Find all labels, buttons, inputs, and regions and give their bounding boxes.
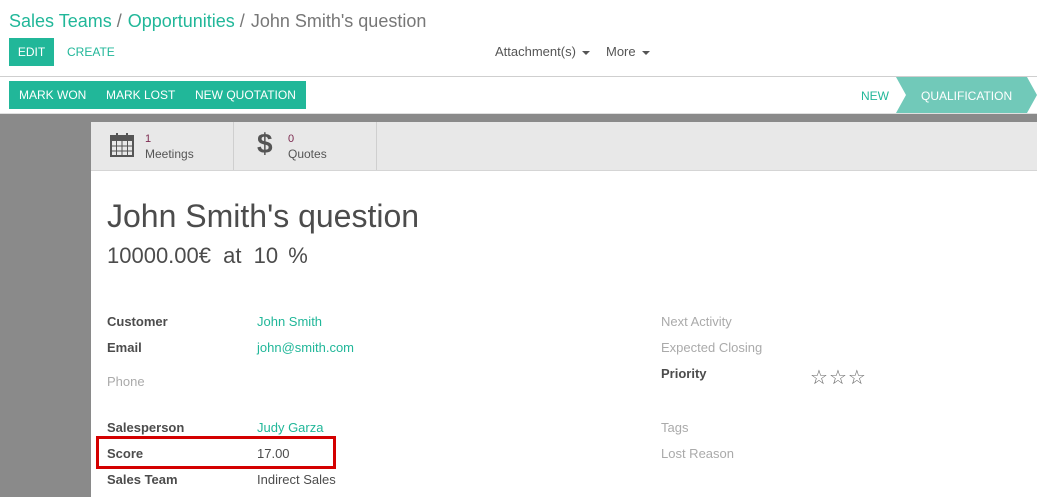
customer-label: Customer <box>107 314 168 329</box>
email-label: Email <box>107 340 142 355</box>
tags-label: Tags <box>661 420 689 435</box>
stage-qualification[interactable]: QUALIFICATION <box>896 77 1037 113</box>
meetings-count: 1 <box>145 133 152 145</box>
attachments-dropdown[interactable]: Attachment(s) <box>495 44 590 59</box>
more-dropdown[interactable]: More <box>606 44 650 59</box>
quotes-label: Quotes <box>288 147 327 161</box>
percent-sign: % <box>288 243 308 268</box>
priority-stars: ☆☆☆ <box>810 365 867 390</box>
priority-star-icon[interactable]: ☆ <box>829 367 848 389</box>
priority-star-icon[interactable]: ☆ <box>848 367 867 389</box>
lost-reason-label: Lost Reason <box>661 446 734 461</box>
breadcrumb-opportunities[interactable]: Opportunities <box>128 11 235 31</box>
opportunity-title[interactable]: John Smith's question <box>107 198 419 235</box>
expected-closing-label: Expected Closing <box>661 340 763 355</box>
caret-down-icon <box>641 50 650 55</box>
customer-value[interactable]: John Smith <box>257 314 322 329</box>
more-label: More <box>606 44 636 59</box>
attachments-label: Attachment(s) <box>495 44 576 59</box>
new-quotation-button[interactable]: NEW QUOTATION <box>185 81 306 109</box>
score-highlight-box <box>96 436 336 469</box>
caret-down-icon <box>581 50 590 55</box>
mark-lost-button[interactable]: MARK LOST <box>96 81 186 109</box>
salesperson-label: Salesperson <box>107 420 185 435</box>
priority-star-icon[interactable]: ☆ <box>810 367 829 389</box>
quotes-button[interactable]: $ 0 Quotes <box>233 122 377 170</box>
opportunity-revenue-line: 10000.00€ at 10 % <box>107 243 308 269</box>
breadcrumb-separator: / <box>239 11 245 31</box>
breadcrumb-current: John Smith's question <box>250 11 427 31</box>
edit-button[interactable]: EDIT <box>9 38 54 66</box>
meetings-button[interactable]: 1 Meetings <box>91 122 234 170</box>
calendar-icon <box>110 133 134 157</box>
dollar-icon: $ <box>257 128 273 159</box>
mark-won-button[interactable]: MARK WON <box>9 81 97 109</box>
priority-label: Priority <box>661 366 707 381</box>
stage-new[interactable]: NEW <box>861 89 889 103</box>
form-sheet: 1 Meetings $ 0 Quotes John Smith's quest… <box>91 122 1037 497</box>
breadcrumb-sales-teams[interactable]: Sales Teams <box>9 11 112 31</box>
breadcrumb: Sales Teams / Opportunities / John Smith's q… <box>9 10 426 32</box>
control-panel: Sales Teams / Opportunities / John Smith's q… <box>0 0 1037 77</box>
meetings-label: Meetings <box>145 147 194 161</box>
phone-label: Phone <box>107 374 145 389</box>
at-label: at <box>223 243 242 268</box>
breadcrumb-separator: / <box>116 11 122 31</box>
status-bar: MARK WON MARK LOST NEW QUOTATION NEW QUA… <box>0 77 1037 114</box>
probability[interactable]: 10 <box>254 243 278 268</box>
next-activity-label: Next Activity <box>661 314 732 329</box>
sales-team-value[interactable]: Indirect Sales <box>257 472 336 487</box>
create-button[interactable]: CREATE <box>60 38 122 66</box>
sales-team-label: Sales Team <box>107 472 178 487</box>
quotes-count: 0 <box>288 133 295 145</box>
smart-buttons: 1 Meetings $ 0 Quotes <box>91 122 1037 171</box>
expected-revenue[interactable]: 10000.00€ <box>107 243 211 268</box>
stage-qualification-label: QUALIFICATION <box>921 89 1013 103</box>
email-value[interactable]: john@smith.com <box>257 340 354 355</box>
salesperson-value[interactable]: Judy Garza <box>257 420 323 435</box>
